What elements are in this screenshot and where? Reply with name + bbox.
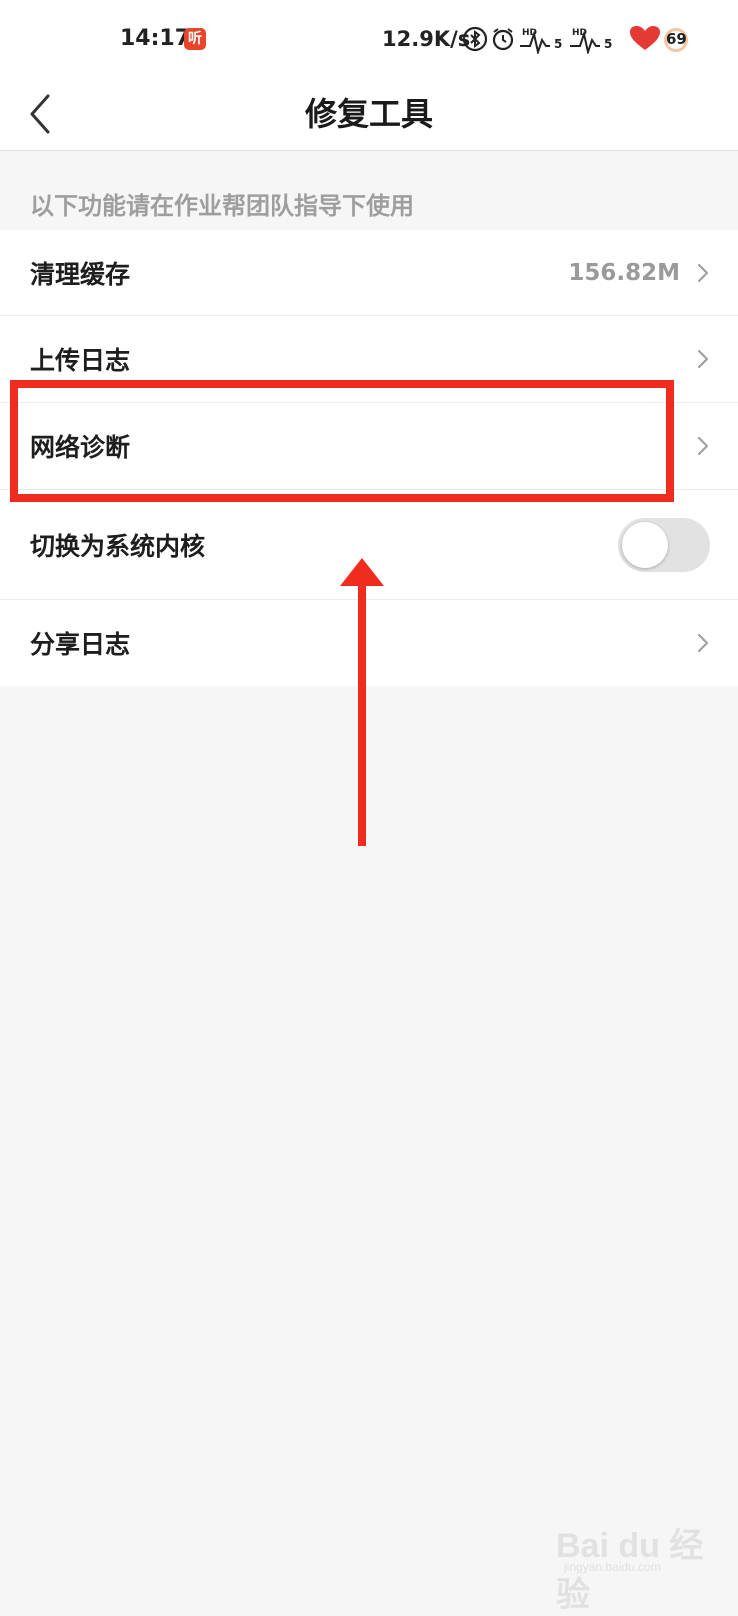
chevron-right-icon <box>697 436 709 456</box>
status-time: 14:17 <box>120 26 191 51</box>
usage-hint: 以下功能请在作业帮团队指导下使用 <box>30 192 414 220</box>
page-title: 修复工具 <box>304 95 433 133</box>
bluetooth-icon <box>462 26 488 52</box>
network-diagnosis-item[interactable]: 网络诊断 <box>0 403 738 490</box>
svg-text:5: 5 <box>554 37 562 51</box>
item-label: 网络诊断 <box>30 433 131 462</box>
chevron-right-icon <box>697 263 709 282</box>
signal-strength-icon: HD 5 <box>570 28 612 54</box>
cache-size: 156.82M <box>568 259 680 286</box>
alarm-icon <box>492 28 514 51</box>
app-notification-badge: 听 <box>184 28 206 50</box>
clear-cache-item[interactable]: 清理缓存 156.82M <box>0 230 738 316</box>
switch-system-kernel-item: 切换为系统内核 <box>0 490 738 600</box>
item-label: 分享日志 <box>30 630 131 659</box>
battery-level: 69 <box>666 30 687 48</box>
system-kernel-toggle[interactable] <box>618 517 710 572</box>
svg-text:5: 5 <box>604 37 612 51</box>
network-speed: 12.9K/s <box>382 27 471 51</box>
item-label: 清理缓存 <box>30 259 131 289</box>
status-bar: 14:17 听 12.9K/s HD 5 HD 5 69 <box>0 0 738 78</box>
heart-wifi-icon <box>630 26 660 50</box>
settings-list: 清理缓存 156.82M 上传日志 网络诊断 切换为系统内核 分享日志 <box>0 230 738 686</box>
chevron-left-icon <box>30 94 50 134</box>
baidu-watermark: Bai du 经验 jingyan.baidu.com <box>556 1500 726 1614</box>
chevron-right-icon <box>697 633 709 653</box>
signal-strength-icon: HD 5 <box>520 28 562 54</box>
watermark-url: jingyan.baidu.com <box>564 1560 661 1574</box>
share-log-item[interactable]: 分享日志 <box>0 600 738 686</box>
navigation-bar: 修复工具 <box>0 78 738 151</box>
item-label: 切换为系统内核 <box>30 531 206 561</box>
back-button[interactable] <box>18 86 74 142</box>
chevron-right-icon <box>697 349 709 369</box>
item-label: 上传日志 <box>30 346 131 375</box>
toggle-knob <box>622 521 668 568</box>
upload-log-item[interactable]: 上传日志 <box>0 316 738 403</box>
